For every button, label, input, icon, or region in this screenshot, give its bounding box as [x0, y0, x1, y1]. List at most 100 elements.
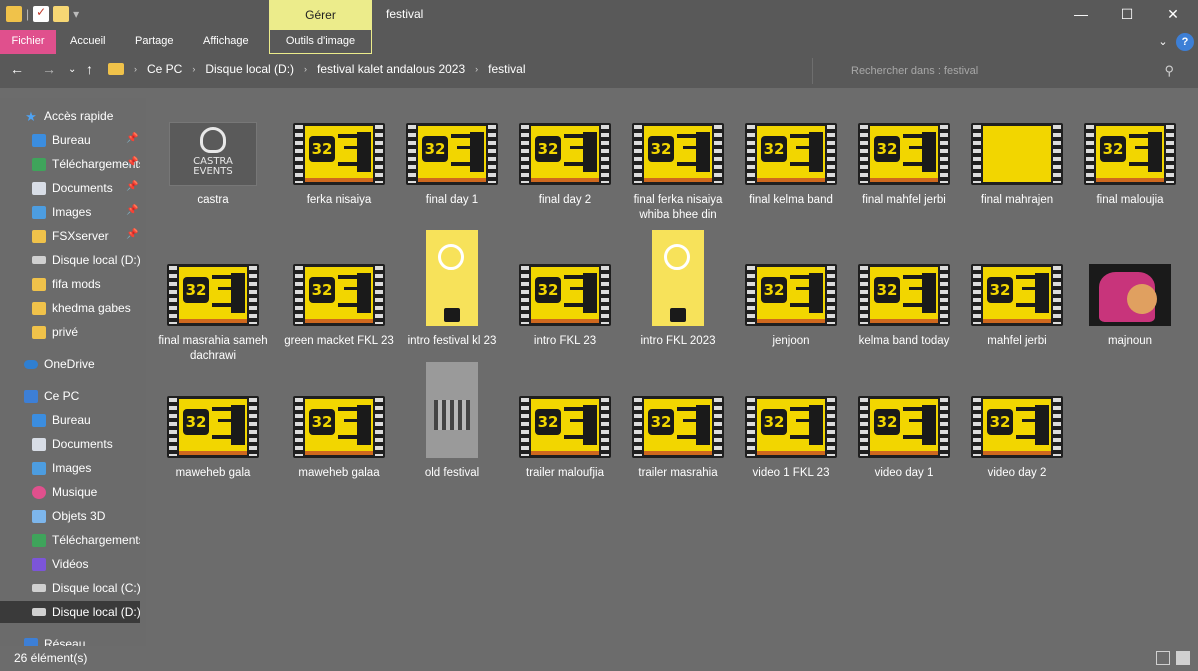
photo-thumbnail [426, 362, 478, 458]
file-name: mahfel jerbi [987, 335, 1047, 347]
sidebar-item[interactable]: khedma gabes [0, 297, 140, 319]
video-thumbnail: 32 [858, 123, 950, 185]
file-item[interactable]: 32 kelma band today [849, 264, 959, 374]
navigation-pane: ★ Accès rapide Bureau 📌 Téléchargements 📌 Docu… [0, 98, 146, 646]
sidebar-item[interactable]: Documents [0, 433, 140, 455]
breadcrumb-item[interactable]: Disque local (D:) [205, 62, 294, 76]
minimize-button[interactable]: — [1058, 0, 1104, 30]
breadcrumb-item[interactable]: festival kalet andalous 2023 [317, 62, 465, 76]
poster-footer [644, 451, 712, 455]
poster-banner [809, 132, 823, 172]
search-input[interactable]: Rechercher dans : festival ⚲ [812, 58, 1184, 84]
sidebar-item[interactable]: Téléchargements [0, 529, 140, 551]
file-item[interactable]: 32 ferka nisaiya [284, 123, 394, 233]
chevron-right-icon[interactable]: › [304, 64, 307, 74]
search-icon[interactable]: ⚲ [1164, 58, 1174, 84]
sidebar-item[interactable]: Musique [0, 481, 140, 503]
sidebar-item[interactable]: ★ Accès rapide [0, 105, 140, 127]
file-item[interactable]: 32 final mahfel jerbi [849, 123, 959, 233]
sidebar-item[interactable]: Bureau [0, 409, 140, 431]
chevron-right-icon[interactable]: › [475, 64, 478, 74]
tab-accueil[interactable]: Accueil [62, 30, 113, 54]
recent-locations-icon[interactable]: ⌄ [68, 64, 76, 75]
properties-icon[interactable] [33, 5, 50, 22]
file-item[interactable]: 32 final ferka nisaiya whiba bhee din [623, 123, 733, 233]
sidebar-item[interactable]: Disque local (D:) [0, 249, 140, 271]
manage-context-tab[interactable]: Gérer [269, 0, 372, 30]
poster-number: 32 [874, 409, 900, 435]
file-item[interactable]: intro FKL 2023 [623, 230, 733, 374]
video-thumbnail: 32 [519, 264, 611, 326]
file-item[interactable]: intro festival kl 23 [397, 230, 507, 374]
chevron-right-icon[interactable]: › [134, 64, 137, 74]
sidebar-item[interactable]: Vidéos [0, 553, 140, 575]
expand-ribbon-icon[interactable]: ⌄ [1154, 33, 1172, 51]
file-item[interactable]: 32 maweheb galaa [284, 396, 394, 506]
file-item[interactable]: 32 final day 2 [510, 123, 620, 233]
file-item[interactable]: CASTRA EVENTS castra [158, 122, 268, 233]
file-item[interactable]: 32 final day 1 [397, 123, 507, 233]
folder-icon[interactable] [6, 6, 22, 22]
sidebar-item[interactable]: Téléchargements [0, 153, 140, 175]
chevron-right-icon[interactable]: › [192, 64, 195, 74]
file-item[interactable]: 32 trailer maloufjia [510, 396, 620, 506]
file-item[interactable]: 32 final masrahia sameh dachrawi [158, 264, 268, 374]
sidebar-item[interactable]: Images [0, 201, 140, 223]
sidebar-item[interactable]: OneDrive [0, 353, 140, 375]
documents-icon [32, 181, 46, 195]
breadcrumb-item[interactable]: festival [488, 62, 525, 76]
close-button[interactable]: ✕ [1150, 0, 1196, 30]
file-item[interactable]: 32 final kelma band [736, 123, 846, 233]
sidebar-item[interactable]: Ce PC [0, 385, 140, 407]
sidebar-item[interactable]: Disque local (D:) [0, 601, 140, 623]
tab-fichier[interactable]: Fichier [0, 30, 56, 54]
sidebar-item[interactable]: Disque local (C:) [0, 577, 140, 599]
tab-affichage[interactable]: Affichage [195, 30, 257, 54]
new-folder-icon[interactable] [53, 6, 70, 22]
file-item[interactable]: 32 intro FKL 23 [510, 264, 620, 374]
file-item[interactable]: 32 final maloujia [1075, 123, 1185, 233]
breadcrumb-item[interactable]: Ce PC [147, 62, 182, 76]
pin-icon: 📌 [126, 205, 139, 216]
file-item[interactable]: 32 mahfel jerbi [962, 264, 1072, 374]
file-item[interactable]: 32 maweheb gala [158, 396, 268, 506]
poster-image: 32 [305, 399, 373, 455]
sidebar-item-label: fifa mods [52, 277, 101, 291]
sidebar-item[interactable]: Bureau [0, 129, 140, 151]
up-button[interactable]: ↑ [86, 61, 93, 77]
tab-partage[interactable]: Partage [127, 30, 182, 54]
file-item[interactable]: 32 green macket FKL 23 [284, 264, 394, 374]
file-item[interactable]: 32 video day 2 [962, 396, 1072, 506]
poster-number: 32 [648, 409, 674, 435]
back-button[interactable]: ← [10, 61, 24, 77]
large-icons-view-icon[interactable] [1176, 651, 1190, 665]
file-item[interactable]: old festival [397, 362, 507, 506]
file-item[interactable]: 32 jenjoon [736, 264, 846, 374]
customize-toolbar-icon[interactable]: ▾ [73, 7, 79, 21]
file-item[interactable]: 32 video day 1 [849, 396, 959, 506]
maximize-button[interactable]: ☐ [1104, 0, 1150, 30]
sidebar-item[interactable]: Documents [0, 177, 140, 199]
sidebar-item-label: Ce PC [44, 389, 80, 403]
pin-icon: 📌 [126, 229, 139, 240]
sidebar-item-label: khedma gabes [52, 301, 131, 315]
file-item[interactable]: final mahrajen [962, 123, 1072, 233]
sidebar-item[interactable]: privé [0, 321, 140, 343]
star-icon: ★ [25, 108, 37, 124]
tab-outils-image[interactable]: Outils d'image [269, 30, 372, 54]
details-view-icon[interactable] [1156, 651, 1170, 665]
sidebar-item[interactable]: Réseau [0, 633, 140, 646]
drive-icon [32, 256, 46, 264]
file-item[interactable]: 32 video 1 FKL 23 [736, 396, 846, 506]
sidebar-item[interactable]: fifa mods [0, 273, 140, 295]
sidebar-item-label: Vidéos [52, 557, 89, 571]
sidebar-item[interactable]: Objets 3D [0, 505, 140, 527]
file-item[interactable]: 32 trailer masrahia [623, 396, 733, 506]
sidebar-item[interactable]: FSXserver [0, 225, 140, 247]
file-list: CASTRA EVENTS castra 32 ferka nisaiya 32 final… [146, 88, 1198, 646]
forward-button[interactable]: → [42, 61, 56, 77]
poster-number: 32 [309, 277, 335, 303]
file-item[interactable]: majnoun [1075, 264, 1185, 374]
sidebar-item[interactable]: Images [0, 457, 140, 479]
help-icon[interactable]: ? [1176, 33, 1194, 51]
